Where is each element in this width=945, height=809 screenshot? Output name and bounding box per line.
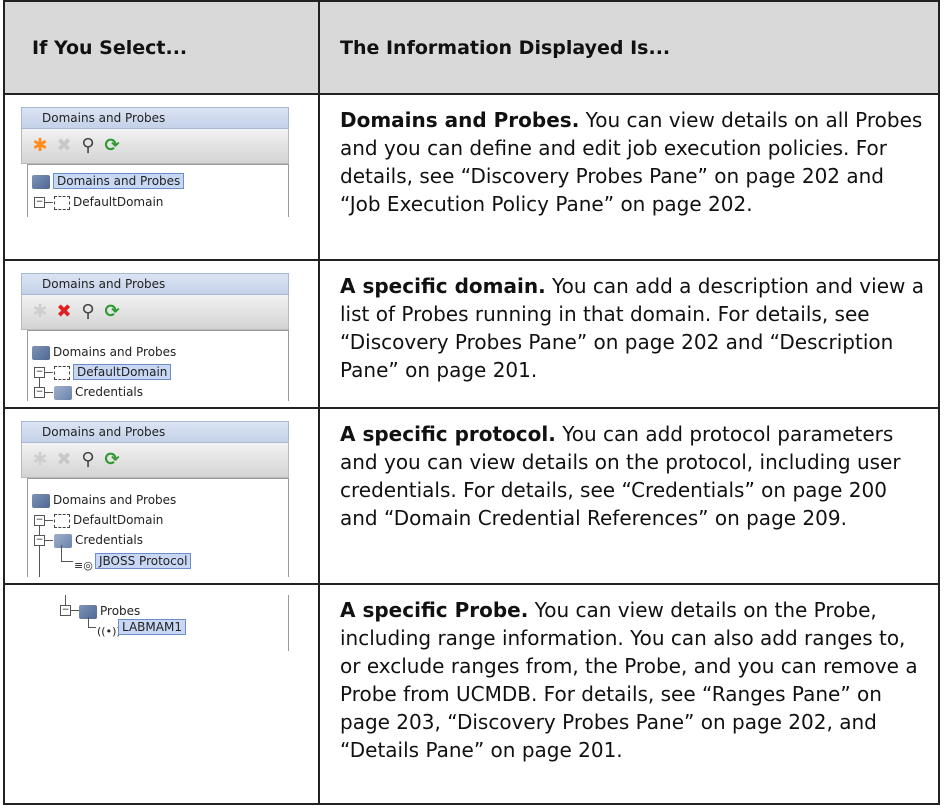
table-row: Domains and Probes ✱ ✖ ⚲ ⟳ Domains and P… (3, 407, 940, 585)
probes-panel: − Probes ((•))LABMAM1 (21, 595, 289, 651)
collapse-box-icon[interactable]: − (34, 197, 45, 208)
header-row: If You Select... The Information Display… (3, 0, 940, 95)
tree-node-domain[interactable]: DefaultDomain (54, 509, 163, 531)
domains-probes-panel: Domains and Probes ✱ ✖ ⚲ ⟳ Domains and P… (21, 421, 289, 577)
collapse-box-icon[interactable]: − (60, 605, 71, 616)
collapse-box-icon[interactable]: − (34, 387, 45, 398)
tree-node-domain[interactable]: DefaultDomain (54, 361, 172, 383)
tree-node-probe[interactable]: ((•))LABMAM1 (97, 616, 186, 638)
tree-node-credentials[interactable]: Credentials (54, 529, 143, 551)
domains-probes-panel: Domains and Probes ✱ ✖ ⚲ ⟳ Domains and P… (21, 107, 289, 217)
row4-screenshot-cell: − Probes ((•))LABMAM1 (3, 583, 320, 805)
refresh-icon[interactable]: ⟳ (100, 300, 124, 324)
panel-title: Domains and Probes (21, 107, 289, 129)
folder-icon (32, 174, 50, 189)
tree-node-root[interactable]: Domains and Probes (32, 341, 176, 363)
folder-icon (32, 493, 50, 508)
table-row: − Probes ((•))LABMAM1 A specific Probe. … (3, 583, 940, 805)
collapse-box-icon[interactable]: − (34, 367, 45, 378)
domain-icon (54, 365, 70, 380)
info-table: If You Select... The Information Display… (3, 0, 940, 805)
asterisk-icon[interactable]: ✱ (28, 448, 52, 472)
tree-node-domain[interactable]: DefaultDomain (54, 191, 163, 213)
credentials-icon (54, 385, 72, 400)
asterisk-icon[interactable]: ✱ (28, 134, 52, 158)
magnifier-icon[interactable]: ⚲ (76, 448, 100, 472)
header-if-you-select: If You Select... (3, 0, 320, 95)
collapse-box-icon[interactable]: − (34, 515, 45, 526)
magnifier-icon[interactable]: ⚲ (76, 134, 100, 158)
table-row: Domains and Probes ✱ ✖ ⚲ ⟳ Domains and P… (3, 93, 940, 261)
panel-toolbar: ✱ ✖ ⚲ ⟳ (21, 443, 289, 478)
folder-icon (32, 345, 50, 360)
row2-description: A specific domain. You can add a descrip… (318, 259, 940, 409)
domains-probes-panel: Domains and Probes ✱ ✖ ⚲ ⟳ Domains and P… (21, 273, 289, 401)
domain-icon (54, 195, 70, 210)
row4-description: A specific Probe. You can view details o… (318, 583, 940, 805)
protocol-icon: ≡◎ (74, 558, 93, 572)
x-icon[interactable]: ✖ (52, 300, 76, 324)
row3-screenshot-cell: Domains and Probes ✱ ✖ ⚲ ⟳ Domains and P… (3, 407, 320, 585)
magnifier-icon[interactable]: ⚲ (76, 300, 100, 324)
refresh-icon[interactable]: ⟳ (100, 448, 124, 472)
tree-node-root[interactable]: Domains and Probes (32, 489, 176, 511)
panel-tree: Domains and Probes − DefaultDomain (27, 164, 289, 217)
panel-tree: − Probes ((•))LABMAM1 (27, 595, 289, 651)
probe-icon: ((•)) (97, 624, 121, 638)
panel-toolbar: ✱ ✖ ⚲ ⟳ (21, 295, 289, 330)
credentials-icon (54, 533, 72, 548)
x-icon[interactable]: ✖ (52, 134, 76, 158)
row2-screenshot-cell: Domains and Probes ✱ ✖ ⚲ ⟳ Domains and P… (3, 259, 320, 409)
panel-tree: Domains and Probes − DefaultDomain − Cre… (27, 330, 289, 401)
panel-tree: Domains and Probes − DefaultDomain − Cre… (27, 478, 289, 577)
panel-title: Domains and Probes (21, 421, 289, 443)
table-row: Domains and Probes ✱ ✖ ⚲ ⟳ Domains and P… (3, 259, 940, 409)
row3-description: A specific protocol. You can add protoco… (318, 407, 940, 585)
tree-node-credentials[interactable]: Credentials (54, 381, 143, 403)
header-information-displayed: The Information Displayed Is... (318, 0, 940, 95)
tree-node-root[interactable]: Domains and Probes (32, 170, 185, 192)
panel-toolbar: ✱ ✖ ⚲ ⟳ (21, 129, 289, 164)
domain-icon (54, 513, 70, 528)
refresh-icon[interactable]: ⟳ (100, 134, 124, 158)
row1-description: Domains and Probes. You can view details… (318, 93, 940, 261)
tree-node-protocol[interactable]: ≡◎ JBOSS Protocol (74, 550, 192, 572)
row1-screenshot-cell: Domains and Probes ✱ ✖ ⚲ ⟳ Domains and P… (3, 93, 320, 261)
panel-title: Domains and Probes (21, 273, 289, 295)
x-icon[interactable]: ✖ (52, 448, 76, 472)
asterisk-icon[interactable]: ✱ (28, 300, 52, 324)
